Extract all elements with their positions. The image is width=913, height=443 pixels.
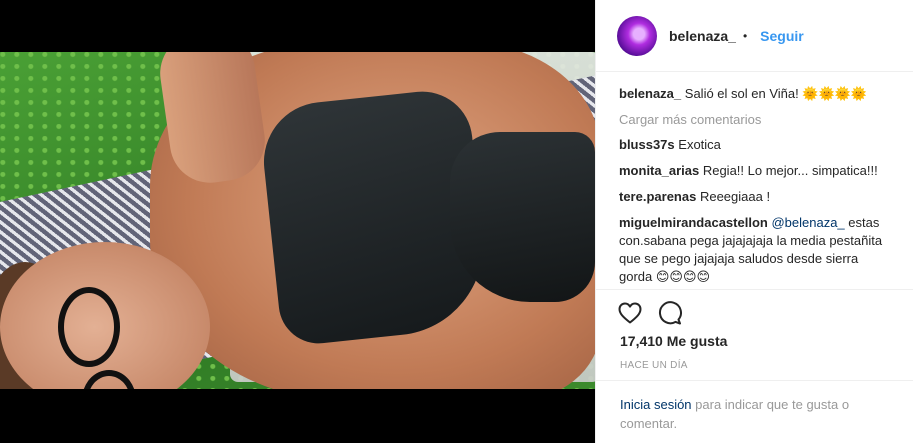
comment-item: tere.parenas Reeegiaaa ! bbox=[619, 188, 890, 206]
login-prompt: Inicia sesión para indicar que te gusta … bbox=[596, 380, 913, 443]
post-actions bbox=[596, 290, 913, 335]
comment-text: Reeegiaaa ! bbox=[699, 189, 771, 204]
photo-glasses-lens-left bbox=[58, 287, 120, 367]
comment-username[interactable]: miguelmirandacastellon bbox=[619, 215, 768, 230]
comment-bubble-icon[interactable] bbox=[658, 300, 682, 325]
comment-item: bluss37s Exotica bbox=[619, 136, 890, 154]
caption-text: Salió el sol en Viña! 🌞🌞🌞🌞 bbox=[684, 86, 868, 101]
author-avatar[interactable] bbox=[617, 15, 657, 56]
like-count[interactable]: 17,410 Me gusta bbox=[620, 333, 727, 349]
comment-text: Exotica bbox=[678, 137, 721, 152]
comment-username[interactable]: bluss37s bbox=[619, 137, 675, 152]
comment-username[interactable]: monita_arias bbox=[619, 163, 699, 178]
caption-username[interactable]: belenaza_ bbox=[619, 86, 681, 101]
comment-item: miguelmirandacastellon @belenaza_ estas … bbox=[619, 214, 890, 286]
load-more-comments-button[interactable]: Cargar más comentarios bbox=[619, 111, 890, 129]
comment-username[interactable]: tere.parenas bbox=[619, 189, 696, 204]
comments-list: belenaza_ Salió el sol en Viña! 🌞🌞🌞🌞 Car… bbox=[596, 72, 913, 290]
heart-outline-icon[interactable] bbox=[618, 302, 642, 324]
media-pane bbox=[0, 0, 595, 443]
header-separator: • bbox=[742, 28, 748, 43]
comment-mention-link[interactable]: @belenaza_ bbox=[771, 215, 844, 230]
comment-item: monita_arias Regia!! Lo mejor... simpati… bbox=[619, 162, 890, 180]
post-header: belenaza_ • Seguir bbox=[596, 0, 913, 72]
photo-bikini-bottom bbox=[450, 132, 595, 302]
post-timestamp[interactable]: HACE UN DÍA bbox=[620, 360, 688, 371]
follow-button[interactable]: Seguir bbox=[760, 28, 804, 44]
login-link[interactable]: Inicia sesión bbox=[620, 397, 692, 412]
comment-text: Regia!! Lo mejor... simpatica!!! bbox=[702, 163, 878, 178]
caption: belenaza_ Salió el sol en Viña! 🌞🌞🌞🌞 bbox=[619, 85, 890, 103]
post-photo[interactable] bbox=[0, 52, 595, 389]
post-sidebar: belenaza_ • Seguir belenaza_ Salió el so… bbox=[595, 0, 913, 443]
author-username[interactable]: belenaza_ bbox=[669, 28, 736, 44]
